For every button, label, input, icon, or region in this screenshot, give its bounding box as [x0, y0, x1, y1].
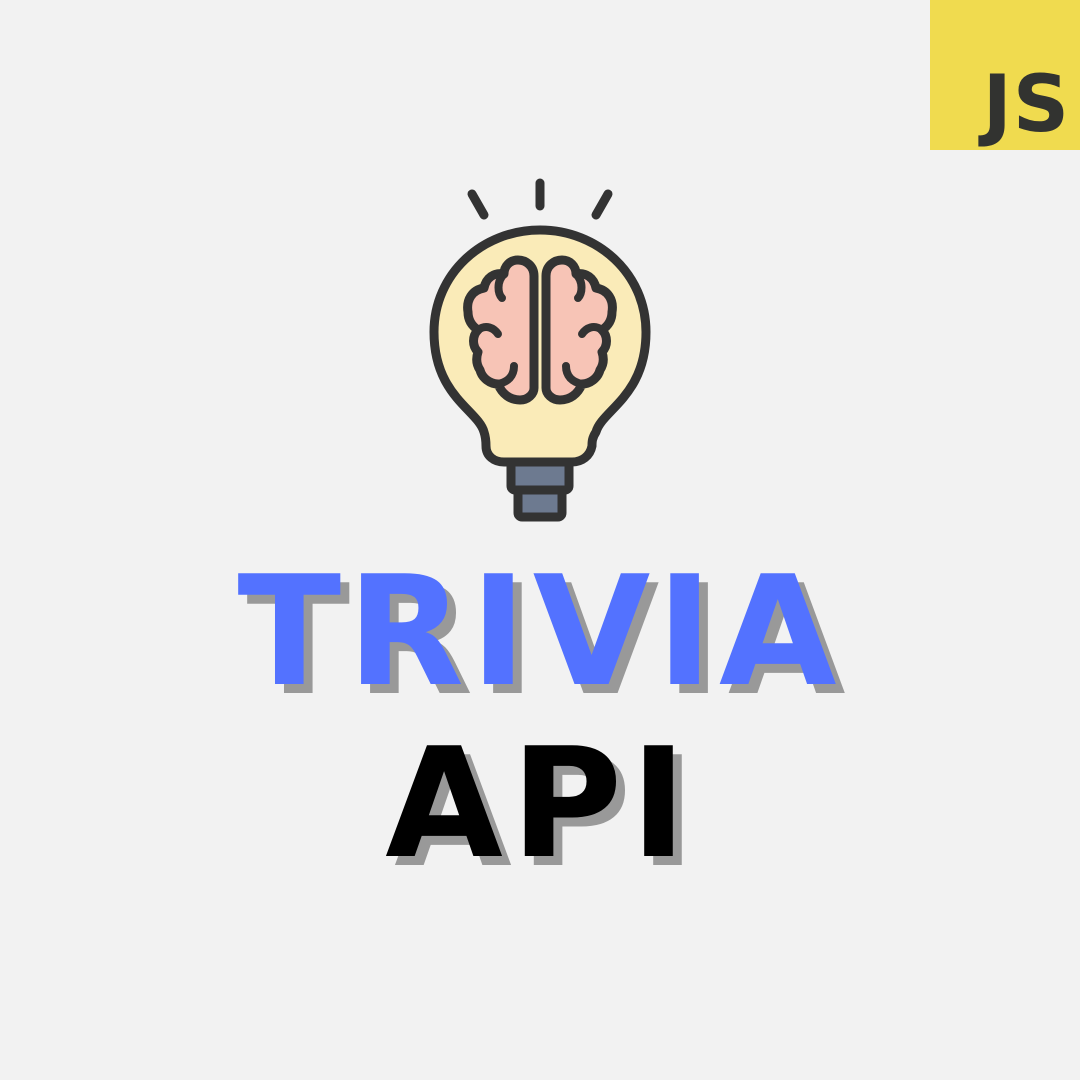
title-api: API [385, 715, 695, 892]
js-badge: JS [930, 0, 1080, 150]
lightbulb-brain-icon [429, 178, 651, 522]
title-trivia: TRIVIA [237, 543, 843, 720]
cover-canvas: JS TRIVIA API [0, 0, 1080, 1080]
js-badge-label: JS [982, 60, 1070, 150]
